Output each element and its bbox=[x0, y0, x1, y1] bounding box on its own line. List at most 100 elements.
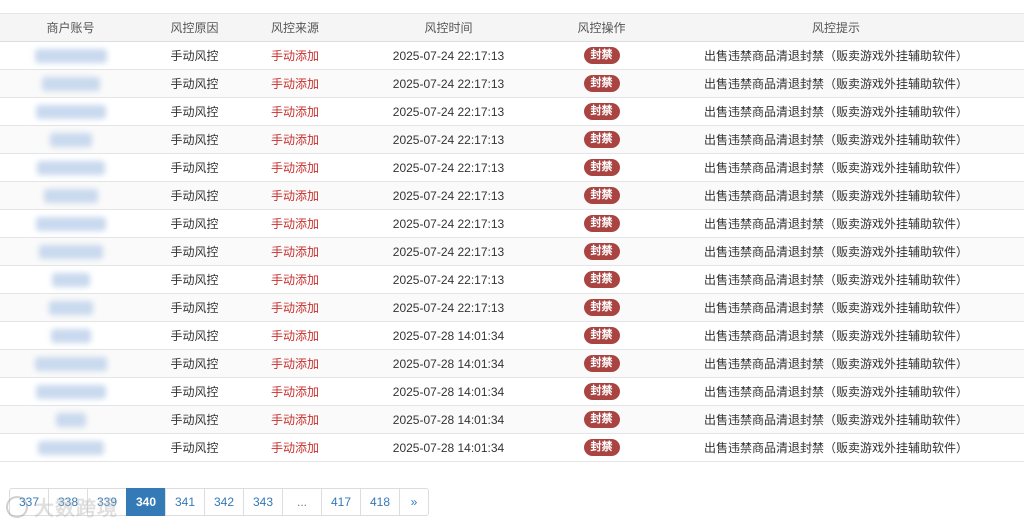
ban-badge[interactable]: 封禁 bbox=[583, 439, 620, 456]
risk-source-cell-text: 手动添加 bbox=[270, 49, 319, 63]
risk-reason-cell: 手动风控 bbox=[141, 125, 248, 154]
page-link-current[interactable]: 340 bbox=[126, 488, 166, 516]
risk-source-cell-text: 手动添加 bbox=[270, 385, 319, 399]
merchant-account-cell bbox=[0, 377, 141, 406]
redacted-account bbox=[43, 188, 98, 203]
risk-source-cell: 手动添加 bbox=[248, 153, 342, 182]
page-link[interactable]: 417 bbox=[321, 488, 361, 516]
risk-tip-cell: 出售违禁商品清退封禁（贩卖游戏外挂辅助软件） bbox=[648, 265, 1024, 294]
redacted-account bbox=[36, 160, 105, 175]
risk-action-cell: 封禁 bbox=[555, 153, 648, 182]
merchant-account-cell bbox=[0, 293, 141, 322]
col-risk-time: 风控时间 bbox=[342, 13, 555, 42]
ban-badge[interactable]: 封禁 bbox=[583, 271, 620, 288]
risk-reason-cell: 手动风控 bbox=[141, 377, 248, 406]
ban-badge[interactable]: 封禁 bbox=[583, 215, 620, 232]
risk-action-cell: 封禁 bbox=[555, 349, 648, 378]
risk-source-cell: 手动添加 bbox=[248, 41, 342, 70]
ban-badge[interactable]: 封禁 bbox=[583, 299, 620, 316]
risk-reason-cell: 手动风控 bbox=[141, 433, 248, 462]
page-link[interactable]: 338 bbox=[48, 488, 88, 516]
risk-time-cell-text: 2025-07-24 22:17:13 bbox=[392, 132, 505, 147]
ban-badge[interactable]: 封禁 bbox=[583, 327, 620, 344]
table-row: 手动风控 手动添加 2025-07-28 14:01:34 封禁 出售违禁商品清退封禁（… bbox=[0, 405, 1024, 434]
page-link[interactable]: 341 bbox=[165, 488, 205, 516]
risk-source-cell: 手动添加 bbox=[248, 293, 342, 322]
risk-reason-cell-text: 手动风控 bbox=[170, 133, 219, 147]
ban-badge[interactable]: 封禁 bbox=[583, 355, 620, 372]
ban-badge[interactable]: 封禁 bbox=[583, 75, 620, 92]
merchant-account-cell bbox=[0, 125, 141, 154]
ban-badge[interactable]: 封禁 bbox=[583, 131, 620, 148]
merchant-account-cell bbox=[0, 181, 141, 210]
risk-tip-cell-text: 出售违禁商品清退封禁（贩卖游戏外挂辅助软件） bbox=[703, 357, 968, 371]
risk-source-cell-text: 手动添加 bbox=[270, 189, 319, 203]
col-risk-action: 风控操作 bbox=[555, 13, 648, 42]
risk-time-cell-text: 2025-07-28 14:01:34 bbox=[392, 412, 505, 427]
risk-tip-cell: 出售违禁商品清退封禁（贩卖游戏外挂辅助软件） bbox=[648, 405, 1024, 434]
risk-tip-cell: 出售违禁商品清退封禁（贩卖游戏外挂辅助软件） bbox=[648, 321, 1024, 350]
risk-time-cell-text: 2025-07-28 14:01:34 bbox=[392, 440, 505, 455]
risk-control-table-container: 商户账号 风控原因 风控来源 风控时间 风控操作 风控提示 手动风控 手动添加 20… bbox=[0, 13, 1024, 462]
risk-tip-cell: 出售违禁商品清退封禁（贩卖游戏外挂辅助软件） bbox=[648, 97, 1024, 126]
risk-action-cell: 封禁 bbox=[555, 377, 648, 406]
risk-reason-cell-text: 手动风控 bbox=[170, 413, 219, 427]
risk-action-cell: 封禁 bbox=[555, 293, 648, 322]
next-page-button[interactable]: » bbox=[399, 488, 429, 516]
merchant-account-cell bbox=[0, 209, 141, 238]
risk-action-cell: 封禁 bbox=[555, 237, 648, 266]
risk-time-cell: 2025-07-24 22:17:13 bbox=[342, 69, 555, 98]
risk-tip-cell-text: 出售违禁商品清退封禁（贩卖游戏外挂辅助软件） bbox=[703, 441, 968, 455]
risk-source-cell-text: 手动添加 bbox=[270, 77, 319, 91]
page-link[interactable]: 337 bbox=[9, 488, 49, 516]
risk-source-cell: 手动添加 bbox=[248, 265, 342, 294]
risk-source-cell-text: 手动添加 bbox=[270, 301, 319, 315]
risk-tip-cell-text: 出售违禁商品清退封禁（贩卖游戏外挂辅助软件） bbox=[703, 105, 968, 119]
risk-time-cell: 2025-07-24 22:17:13 bbox=[342, 293, 555, 322]
page-link[interactable]: 342 bbox=[204, 488, 244, 516]
risk-tip-cell-text: 出售违禁商品清退封禁（贩卖游戏外挂辅助软件） bbox=[703, 329, 968, 343]
page-link[interactable]: 339 bbox=[87, 488, 127, 516]
risk-tip-cell: 出售违禁商品清退封禁（贩卖游戏外挂辅助软件） bbox=[648, 153, 1024, 182]
risk-time-cell: 2025-07-24 22:17:13 bbox=[342, 125, 555, 154]
ban-badge[interactable]: 封禁 bbox=[583, 47, 620, 64]
redacted-account bbox=[55, 412, 86, 427]
risk-source-cell-text: 手动添加 bbox=[270, 357, 319, 371]
ban-badge[interactable]: 封禁 bbox=[583, 103, 620, 120]
col-risk-reason: 风控原因 bbox=[141, 13, 248, 42]
redacted-account bbox=[34, 48, 107, 63]
risk-source-cell-text: 手动添加 bbox=[270, 105, 319, 119]
risk-time-cell-text: 2025-07-28 14:01:34 bbox=[392, 384, 505, 399]
risk-time-cell: 2025-07-28 14:01:34 bbox=[342, 405, 555, 434]
risk-time-cell-text: 2025-07-24 22:17:13 bbox=[392, 244, 505, 259]
risk-reason-cell-text: 手动风控 bbox=[170, 301, 219, 315]
risk-time-cell-text: 2025-07-24 22:17:13 bbox=[392, 216, 505, 231]
page-link[interactable]: 418 bbox=[360, 488, 400, 516]
risk-source-cell-text: 手动添加 bbox=[270, 441, 319, 455]
risk-tip-cell-text: 出售违禁商品清退封禁（贩卖游戏外挂辅助软件） bbox=[703, 245, 968, 259]
table-row: 手动风控 手动添加 2025-07-24 22:17:13 封禁 出售违禁商品清退封禁（… bbox=[0, 293, 1024, 322]
risk-reason-cell-text: 手动风控 bbox=[170, 77, 219, 91]
ban-badge[interactable]: 封禁 bbox=[583, 159, 620, 176]
redacted-account bbox=[49, 132, 92, 147]
risk-time-cell: 2025-07-28 14:01:34 bbox=[342, 349, 555, 378]
merchant-account-cell bbox=[0, 265, 141, 294]
risk-time-cell-text: 2025-07-24 22:17:13 bbox=[392, 300, 505, 315]
risk-time-cell: 2025-07-24 22:17:13 bbox=[342, 265, 555, 294]
risk-time-cell-text: 2025-07-24 22:17:13 bbox=[392, 48, 505, 63]
redacted-account bbox=[50, 328, 91, 343]
redacted-account bbox=[51, 272, 90, 287]
page-link[interactable]: 343 bbox=[243, 488, 283, 516]
ban-badge[interactable]: 封禁 bbox=[583, 243, 620, 260]
risk-time-cell: 2025-07-28 14:01:34 bbox=[342, 321, 555, 350]
table-row: 手动风控 手动添加 2025-07-28 14:01:34 封禁 出售违禁商品清退封禁（… bbox=[0, 349, 1024, 378]
risk-time-cell: 2025-07-24 22:17:13 bbox=[342, 237, 555, 266]
risk-action-cell: 封禁 bbox=[555, 69, 648, 98]
ban-badge[interactable]: 封禁 bbox=[583, 383, 620, 400]
redacted-account bbox=[41, 76, 100, 91]
ban-badge[interactable]: 封禁 bbox=[583, 187, 620, 204]
risk-tip-cell-text: 出售违禁商品清退封禁（贩卖游戏外挂辅助软件） bbox=[703, 217, 968, 231]
merchant-account-cell bbox=[0, 97, 141, 126]
ban-badge[interactable]: 封禁 bbox=[583, 411, 620, 428]
merchant-account-cell bbox=[0, 433, 141, 462]
